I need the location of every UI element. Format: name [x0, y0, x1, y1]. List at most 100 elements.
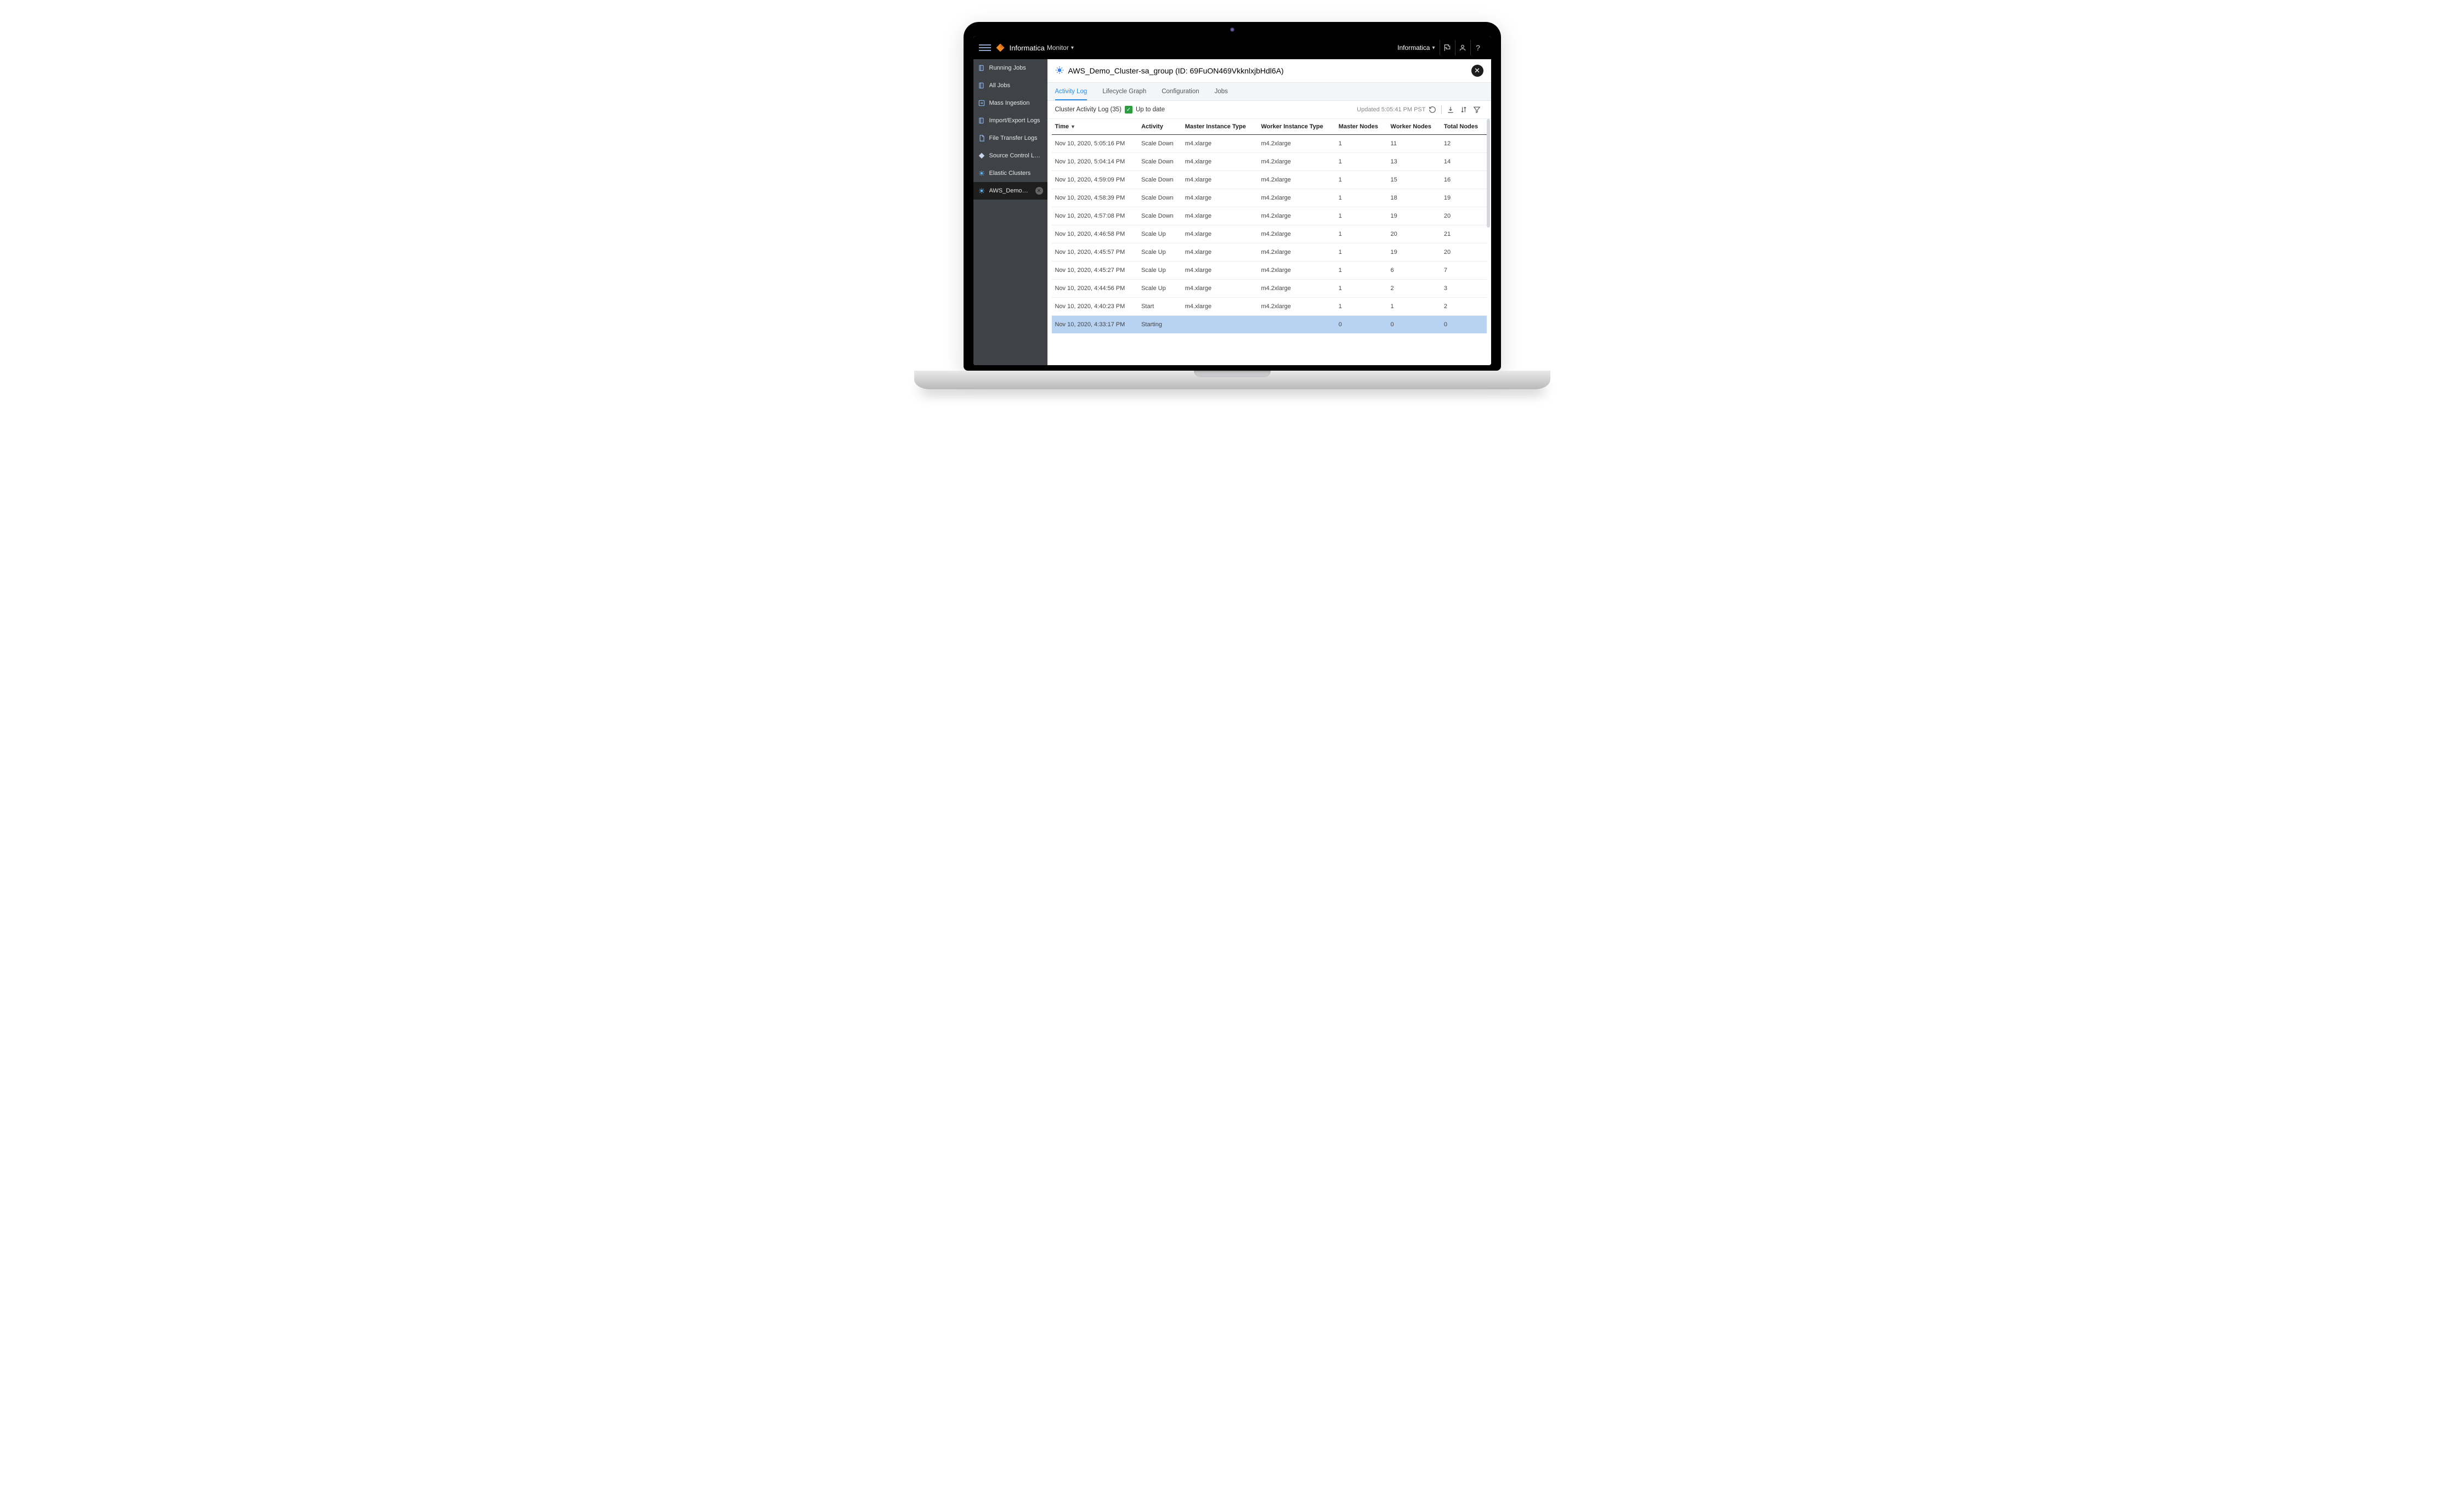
col-worker-nodes[interactable]: Worker Nodes	[1387, 119, 1441, 135]
user-icon[interactable]	[1455, 40, 1470, 55]
cell-wn: 18	[1387, 189, 1441, 207]
org-selector[interactable]: Informatica ▾	[1393, 44, 1439, 52]
sidebar-item-7[interactable]: AWS_Demo_Cluste...✕	[973, 182, 1047, 200]
sidebar: Running JobsAll JobsMass IngestionImport…	[973, 59, 1047, 365]
cell-wit	[1258, 316, 1335, 334]
cell-mit	[1182, 316, 1258, 334]
cell-time: Nov 10, 2020, 4:33:17 PM	[1052, 316, 1138, 334]
brand-logo-icon	[995, 43, 1005, 53]
help-icon[interactable]: ?	[1470, 40, 1486, 55]
col-total-nodes[interactable]: Total Nodes	[1441, 119, 1487, 135]
cell-mn: 1	[1335, 135, 1387, 153]
app-mode[interactable]: Monitor	[1047, 44, 1069, 52]
arrow-right-icon	[978, 99, 985, 107]
cell-activity: Scale Up	[1138, 280, 1182, 298]
cell-wit: m4.2xlarge	[1258, 207, 1335, 225]
cell-wn: 19	[1387, 243, 1441, 262]
close-tab-icon[interactable]: ✕	[1035, 187, 1043, 195]
cell-mn: 0	[1335, 316, 1387, 334]
diamond-icon	[978, 152, 985, 160]
cell-wn: 2	[1387, 280, 1441, 298]
download-button[interactable]	[1444, 106, 1457, 113]
sidebar-item-0[interactable]: Running Jobs	[973, 59, 1047, 77]
page-title: AWS_Demo_Cluster-sa_group (ID: 69FuON469…	[1068, 66, 1284, 75]
table-row[interactable]: Nov 10, 2020, 4:58:39 PMScale Downm4.xla…	[1052, 189, 1487, 207]
filter-button[interactable]	[1470, 106, 1483, 113]
cell-activity: Scale Down	[1138, 189, 1182, 207]
cell-mn: 1	[1335, 280, 1387, 298]
file-icon	[978, 134, 985, 142]
table-row[interactable]: Nov 10, 2020, 5:04:14 PMScale Downm4.xla…	[1052, 153, 1487, 171]
sidebar-item-5[interactable]: Source Control Logs	[973, 147, 1047, 164]
cell-mn: 1	[1335, 225, 1387, 243]
menu-button[interactable]	[979, 42, 991, 54]
table-row[interactable]: Nov 10, 2020, 4:45:27 PMScale Upm4.xlarg…	[1052, 262, 1487, 280]
scrollbar[interactable]	[1487, 119, 1490, 228]
sidebar-item-label: Elastic Clusters	[989, 170, 1043, 177]
stack-icon	[978, 82, 985, 89]
cell-mn: 1	[1335, 189, 1387, 207]
cell-tn: 2	[1441, 298, 1487, 316]
cell-tn: 19	[1441, 189, 1487, 207]
activity-log-table: Time▼ActivityMaster Instance TypeWorker …	[1052, 119, 1487, 333]
sidebar-item-3[interactable]: Import/Export Logs	[973, 112, 1047, 129]
sort-button[interactable]	[1457, 106, 1470, 113]
cell-wn: 20	[1387, 225, 1441, 243]
cell-activity: Scale Down	[1138, 207, 1182, 225]
cell-wn: 6	[1387, 262, 1441, 280]
table-row[interactable]: Nov 10, 2020, 4:57:08 PMScale Downm4.xla…	[1052, 207, 1487, 225]
sidebar-item-4[interactable]: File Transfer Logs	[973, 129, 1047, 147]
stack-icon	[978, 117, 985, 124]
table-row[interactable]: Nov 10, 2020, 4:44:56 PMScale Upm4.xlarg…	[1052, 280, 1487, 298]
status-text: Up to date	[1136, 106, 1165, 113]
tab-lifecycle-graph[interactable]: Lifecycle Graph	[1102, 83, 1146, 100]
page-header: AWS_Demo_Cluster-sa_group (ID: 69FuON469…	[1047, 59, 1491, 82]
cell-mit: m4.xlarge	[1182, 243, 1258, 262]
cell-activity: Scale Up	[1138, 225, 1182, 243]
cell-time: Nov 10, 2020, 4:45:27 PM	[1052, 262, 1138, 280]
tab-jobs[interactable]: Jobs	[1215, 83, 1228, 100]
app-topbar: Informatica Monitor ▾ Informatica ▾ ?	[973, 36, 1491, 59]
cell-wit: m4.2xlarge	[1258, 262, 1335, 280]
cell-tn: 14	[1441, 153, 1487, 171]
sidebar-item-6[interactable]: Elastic Clusters	[973, 164, 1047, 182]
cell-wit: m4.2xlarge	[1258, 225, 1335, 243]
status-check-icon: ✓	[1125, 106, 1132, 113]
cell-wn: 0	[1387, 316, 1441, 334]
org-chevron-icon: ▾	[1432, 45, 1435, 51]
cell-mn: 1	[1335, 243, 1387, 262]
close-page-button[interactable]: ✕	[1471, 65, 1483, 77]
col-master-instance-type[interactable]: Master Instance Type	[1182, 119, 1258, 135]
cell-tn: 0	[1441, 316, 1487, 334]
cell-wn: 13	[1387, 153, 1441, 171]
sidebar-item-2[interactable]: Mass Ingestion	[973, 94, 1047, 112]
cell-wn: 15	[1387, 171, 1441, 189]
col-master-nodes[interactable]: Master Nodes	[1335, 119, 1387, 135]
cell-mit: m4.xlarge	[1182, 225, 1258, 243]
cell-wit: m4.2xlarge	[1258, 280, 1335, 298]
tab-activity-log[interactable]: Activity Log	[1055, 83, 1087, 100]
cell-tn: 7	[1441, 262, 1487, 280]
cell-tn: 20	[1441, 243, 1487, 262]
sidebar-item-label: Source Control Logs	[989, 152, 1043, 159]
table-row[interactable]: Nov 10, 2020, 4:45:57 PMScale Upm4.xlarg…	[1052, 243, 1487, 262]
table-row[interactable]: Nov 10, 2020, 4:59:09 PMScale Downm4.xla…	[1052, 171, 1487, 189]
cell-mit: m4.xlarge	[1182, 189, 1258, 207]
table-row[interactable]: Nov 10, 2020, 5:05:16 PMScale Downm4.xla…	[1052, 135, 1487, 153]
table-row[interactable]: Nov 10, 2020, 4:46:58 PMScale Upm4.xlarg…	[1052, 225, 1487, 243]
bug-icon	[978, 169, 985, 177]
laptop-camera	[1230, 27, 1234, 32]
sidebar-item-1[interactable]: All Jobs	[973, 77, 1047, 94]
refresh-button[interactable]	[1426, 106, 1439, 113]
flag-icon[interactable]	[1440, 40, 1455, 55]
cell-mit: m4.xlarge	[1182, 171, 1258, 189]
cell-wit: m4.2xlarge	[1258, 243, 1335, 262]
tab-bar: Activity Log Lifecycle Graph Configuration…	[1047, 82, 1491, 101]
col-time[interactable]: Time▼	[1052, 119, 1138, 135]
col-worker-instance-type[interactable]: Worker Instance Type	[1258, 119, 1335, 135]
table-row[interactable]: Nov 10, 2020, 4:40:23 PMStartm4.xlargem4…	[1052, 298, 1487, 316]
cell-time: Nov 10, 2020, 4:59:09 PM	[1052, 171, 1138, 189]
table-row[interactable]: Nov 10, 2020, 4:33:17 PMStarting000	[1052, 316, 1487, 334]
tab-configuration[interactable]: Configuration	[1162, 83, 1199, 100]
col-activity[interactable]: Activity	[1138, 119, 1182, 135]
